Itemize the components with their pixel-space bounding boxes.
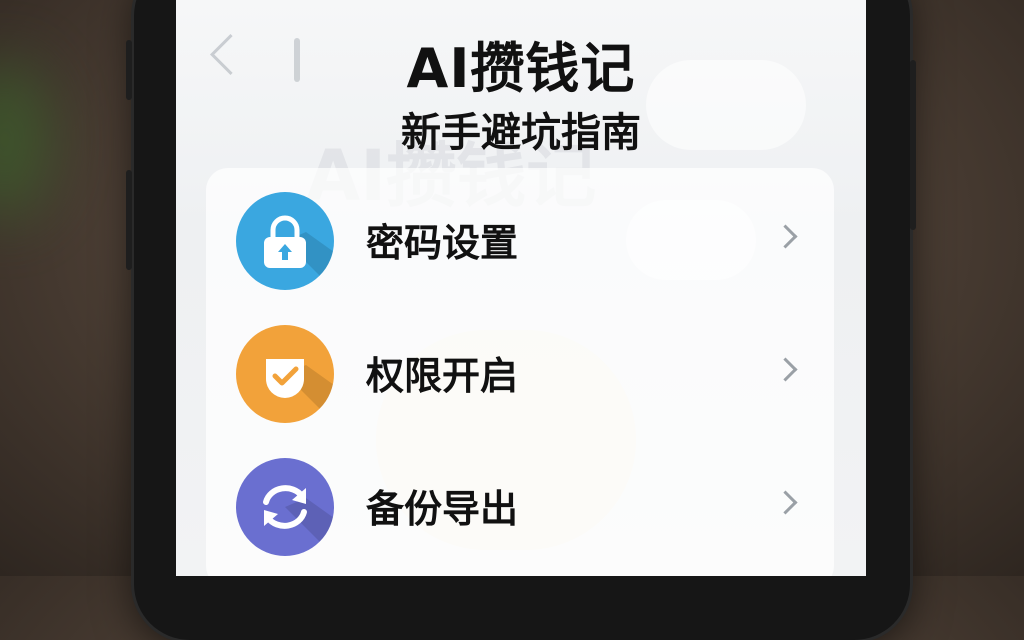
chevron-right-icon (773, 224, 798, 249)
phone-side-button (126, 40, 132, 100)
menu-card: 密码设置 权限开启 备份导出 (206, 168, 834, 576)
chevron-right-icon (773, 357, 798, 382)
chevron-right-icon (773, 490, 798, 515)
phone-side-button (910, 60, 916, 230)
background-blur (0, 60, 50, 220)
menu-item-backup[interactable]: 备份导出 (206, 446, 834, 566)
phone-side-button (126, 170, 132, 270)
menu-item-permissions[interactable]: 权限开启 (206, 313, 834, 433)
menu-item-label: 密码设置 (366, 221, 519, 265)
lock-icon (236, 192, 334, 290)
menu-item-password[interactable]: 密码设置 (206, 180, 834, 300)
menu-item-label: 权限开启 (366, 354, 519, 398)
sync-icon (236, 458, 334, 556)
page-subtitle: 新手避坑指南 (401, 110, 641, 156)
app-screen: AI攒钱记 AI攒钱记 新手避坑指南 密码设置 (176, 0, 866, 576)
menu-item-label: 备份导出 (366, 487, 519, 531)
page-title: AI攒钱记 (406, 37, 636, 100)
check-shield-icon (236, 325, 334, 423)
